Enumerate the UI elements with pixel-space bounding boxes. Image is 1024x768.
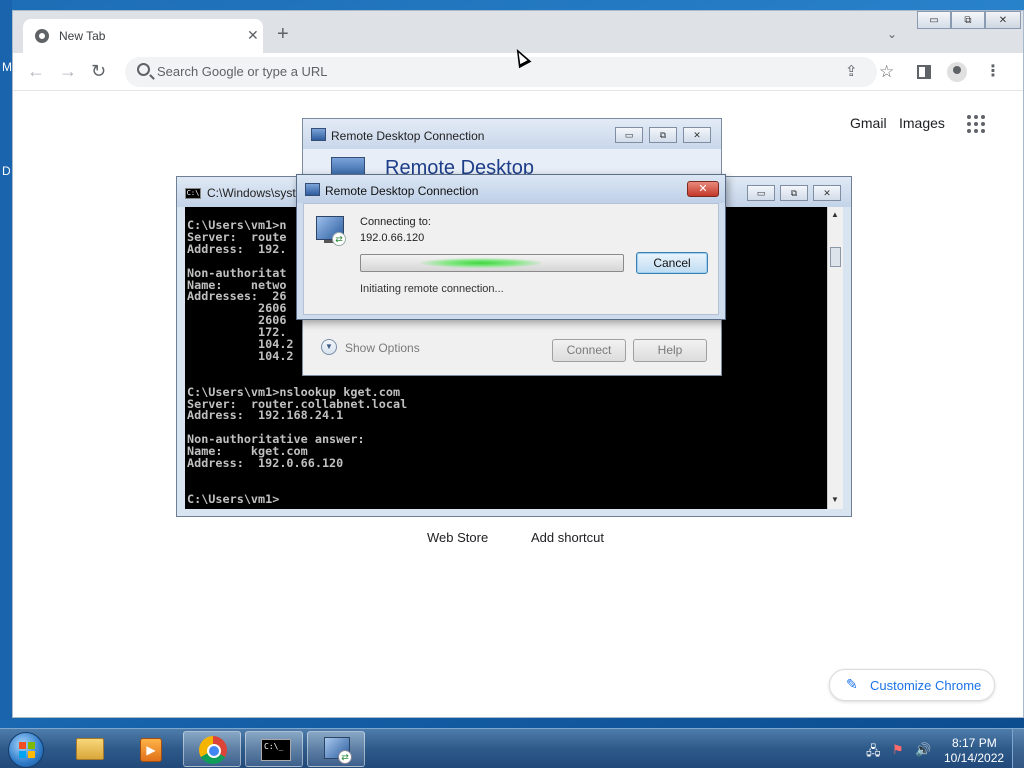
rdc-restore-button[interactable]: ⧉ — [649, 127, 677, 143]
cmd-restore-button[interactable]: ⧉ — [780, 185, 808, 201]
action-center-flag-icon[interactable]: ⚑ — [892, 742, 904, 758]
remote-desktop-icon — [311, 128, 326, 141]
server-address: 192.0.66.120 — [360, 232, 425, 244]
rdc-dialog-titlebar[interactable]: Remote Desktop Connection ✕ — [297, 175, 725, 203]
cmd-scrollbar[interactable]: ▲ ▼ — [827, 207, 843, 509]
reload-button[interactable]: ↻ — [91, 61, 106, 81]
remote-desktop-icon — [305, 183, 320, 196]
share-icon[interactable]: ⇪ — [845, 62, 858, 80]
omnibox[interactable]: Search Google or type a URL ⇪ — [125, 57, 877, 87]
omnibox-placeholder: Search Google or type a URL — [157, 64, 328, 79]
tab-strip: New Tab ✕ + ⌄ ▭ ⧉ ✕ — [13, 11, 1023, 53]
tab-new-tab[interactable]: New Tab ✕ — [23, 19, 263, 53]
search-icon — [137, 63, 150, 76]
folder-icon — [76, 738, 104, 760]
console-line: C:\Users\vm1>nslookup kget.com — [187, 384, 401, 399]
console-line: Address: 192.0.66.120 — [187, 456, 344, 470]
taskbar-chrome[interactable] — [183, 731, 241, 767]
scroll-thumb[interactable] — [830, 247, 841, 267]
customize-chrome-label: Customize Chrome — [870, 678, 982, 693]
clock-date[interactable]: 10/14/2022 — [944, 751, 1004, 765]
dialog-close-button[interactable]: ✕ — [687, 181, 719, 197]
taskbar-explorer[interactable] — [60, 731, 118, 767]
cmd-close-button[interactable]: ✕ — [813, 185, 841, 201]
images-link[interactable]: Images — [899, 115, 945, 131]
connection-progress-bar — [360, 254, 624, 272]
windows-logo-icon — [19, 742, 35, 758]
cmd-minimize-button[interactable]: ▭ — [747, 185, 775, 201]
volume-icon[interactable]: 🔊 — [915, 742, 931, 758]
rdc-connecting-dialog: Remote Desktop Connection ✕ ⇄ Connecting… — [296, 174, 726, 320]
connection-status: Initiating remote connection... — [360, 283, 504, 295]
bookmark-star-icon[interactable]: ☆ — [879, 62, 894, 82]
profile-avatar-icon[interactable] — [947, 62, 967, 82]
chevron-down-icon[interactable]: ▼ — [321, 339, 337, 355]
chrome-icon — [199, 736, 227, 764]
taskbar-remote-desktop[interactable]: ⇄ — [307, 731, 365, 767]
close-button[interactable]: ✕ — [985, 11, 1021, 29]
restore-button[interactable]: ⧉ — [951, 11, 985, 29]
connection-arrows-icon: ⇄ — [332, 232, 346, 246]
media-player-icon: ▶ — [140, 738, 162, 762]
network-icon[interactable]: 🖧 — [866, 742, 881, 764]
shortcut-add[interactable]: Add shortcut — [531, 530, 604, 545]
scroll-down-icon[interactable]: ▼ — [831, 495, 839, 504]
tab-close-icon[interactable]: ✕ — [247, 27, 259, 44]
connect-button[interactable]: Connect — [552, 339, 626, 362]
desktop-icon-label: D — [2, 164, 11, 178]
tab-title: New Tab — [59, 29, 106, 43]
pencil-icon: ✎ — [846, 676, 858, 692]
clock-time[interactable]: 8:17 PM — [952, 736, 997, 750]
taskbar-media-player[interactable]: ▶ — [120, 731, 178, 767]
rdc-dialog-body: ⇄ Connecting to: 192.0.66.120 Cancel Ini… — [303, 203, 719, 315]
tab-search-icon[interactable]: ⌄ — [887, 27, 897, 41]
forward-button[interactable]: → — [59, 61, 77, 81]
desktop-edge: M D — [0, 0, 12, 720]
console-line: 104.2 — [187, 348, 294, 363]
start-button[interactable] — [8, 732, 44, 768]
gmail-link[interactable]: Gmail — [850, 115, 887, 131]
console-line: Address: 192.168.24.1 — [187, 408, 344, 423]
chrome-menu-icon[interactable]: ⋮ — [985, 61, 1001, 81]
help-button[interactable]: Help — [633, 339, 707, 362]
show-desktop-button[interactable] — [1012, 729, 1024, 768]
google-apps-icon[interactable] — [967, 115, 985, 133]
rdc-minimize-button[interactable]: ▭ — [615, 127, 643, 143]
console-line: Non-authoritat — [187, 265, 287, 280]
rdc-main-titlebar[interactable]: Remote Desktop Connection ▭ ⧉ ✕ — [303, 119, 721, 149]
cmd-icon: C:\_ — [261, 739, 291, 761]
connecting-label: Connecting to: — [360, 216, 431, 228]
taskbar: ▶ C:\_ ⇄ 🖧 ⚑ 🔊 8:17 PM 10/14/2022 — [0, 728, 1024, 768]
rdc-dialog-title: Remote Desktop Connection — [325, 184, 479, 198]
rdc-button-bar: ▼ Show Options Connect Help — [303, 317, 721, 375]
minimize-button[interactable]: ▭ — [917, 11, 951, 29]
rdc-main-title: Remote Desktop Connection — [331, 129, 485, 143]
connection-arrows-icon: ⇄ — [338, 750, 352, 764]
cancel-button[interactable]: Cancel — [636, 252, 708, 274]
scroll-up-icon[interactable]: ▲ — [831, 210, 839, 219]
customize-chrome-button[interactable]: ✎ Customize Chrome — [829, 669, 995, 701]
console-line: C:\Users\vm1> — [187, 491, 280, 506]
new-tab-button[interactable]: + — [277, 24, 289, 44]
shortcut-web-store[interactable]: Web Store — [427, 530, 488, 545]
taskbar-cmd[interactable]: C:\_ — [245, 731, 303, 767]
window-controls: ▭ ⧉ ✕ — [917, 11, 1021, 31]
desktop-icon-label: M — [2, 60, 12, 74]
chrome-favicon-icon — [35, 29, 49, 43]
cmd-icon: C:\ — [185, 188, 201, 199]
progress-marquee — [421, 258, 541, 268]
show-options-link[interactable]: Show Options — [345, 341, 420, 355]
console-line: Address: 192. — [187, 241, 287, 256]
side-panel-icon[interactable] — [917, 65, 931, 79]
rdc-close-button[interactable]: ✕ — [683, 127, 711, 143]
cmd-title: C:\Windows\syst — [207, 186, 296, 200]
back-button[interactable]: ← — [27, 61, 45, 81]
